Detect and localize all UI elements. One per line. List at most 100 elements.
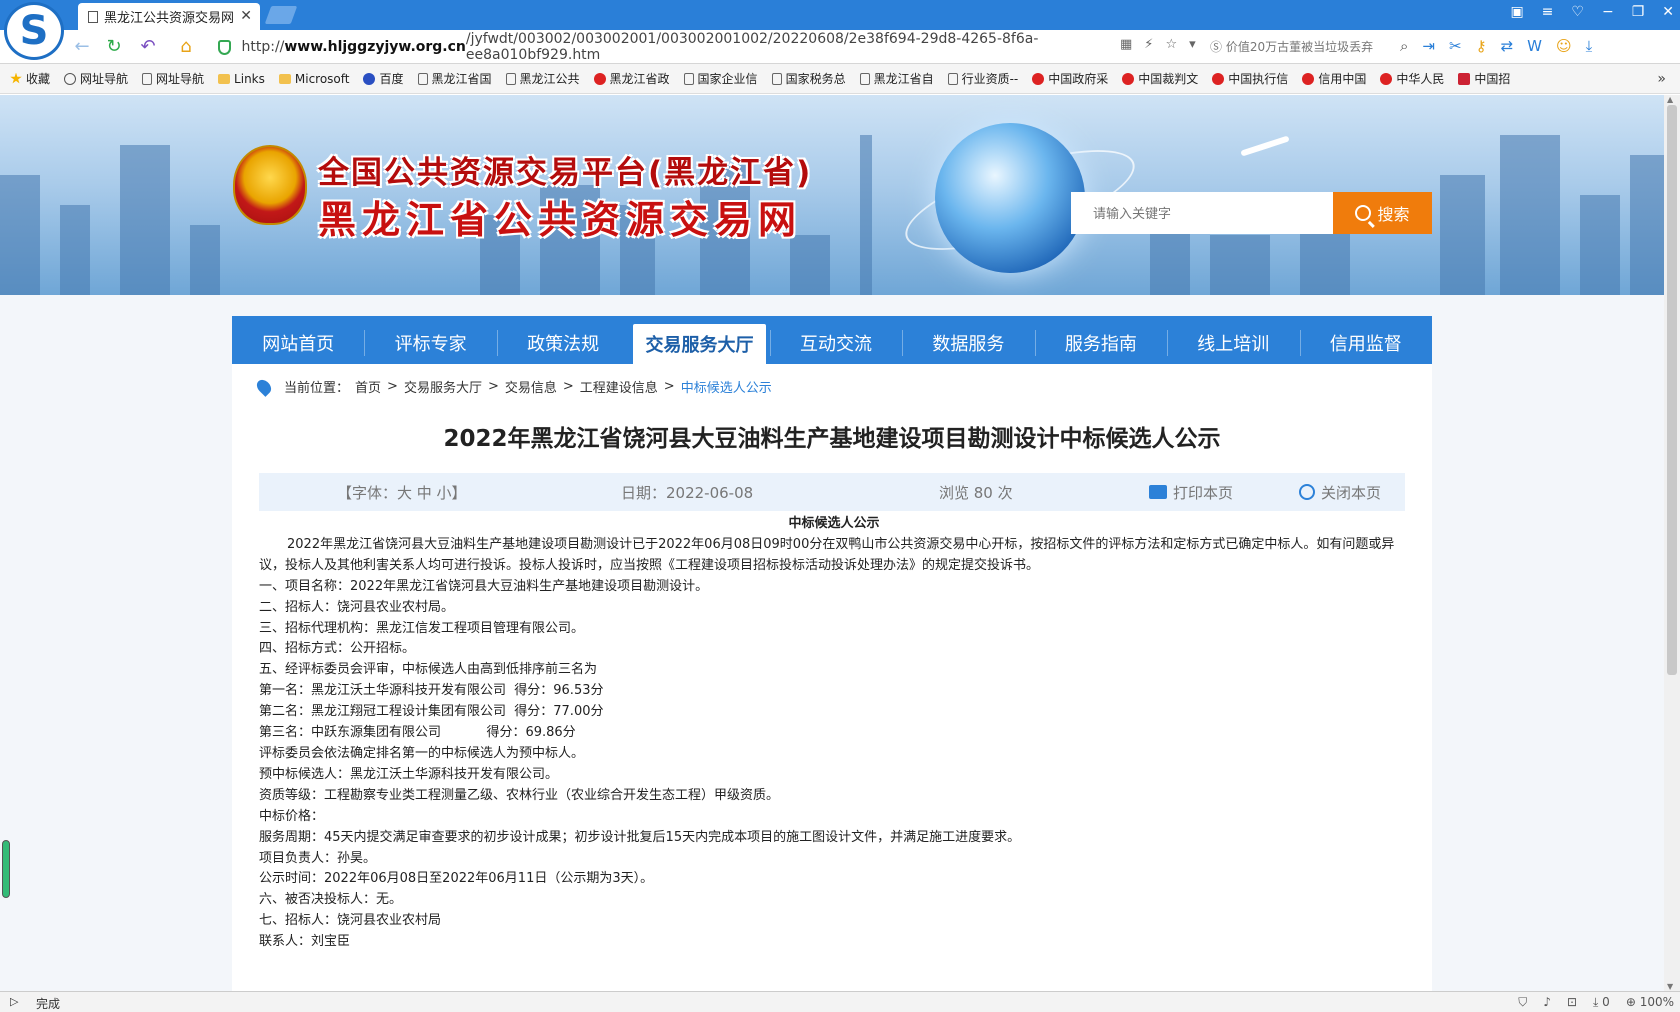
- bookmark-item[interactable]: 中国招: [1458, 70, 1510, 87]
- translate-icon[interactable]: ⇄: [1501, 37, 1514, 55]
- bookmark-item[interactable]: 中国执行信: [1212, 70, 1288, 87]
- bookmarks-bar: 收藏 网址导航 网址导航 Links Microsoft 百度 黑龙江省国 黑龙江公共 黑龙江省…: [0, 64, 1680, 94]
- page-icon: [947, 72, 958, 85]
- side-handle[interactable]: [2, 840, 10, 898]
- menu-icon[interactable]: ≡: [1542, 4, 1554, 20]
- bookmark-label: 网址导航: [156, 72, 205, 86]
- emoji-icon[interactable]: ☺: [1556, 37, 1572, 55]
- breadcrumb-link-home[interactable]: 首页: [355, 377, 381, 396]
- page-icon: [88, 10, 98, 23]
- new-tab-button[interactable]: [264, 6, 298, 24]
- vertical-scrollbar[interactable]: ▲ ▼: [1664, 95, 1680, 991]
- airplane-image: [1240, 135, 1290, 157]
- home-icon[interactable]: ⌂: [176, 37, 196, 57]
- close-page-button[interactable]: 关闭本页: [1299, 482, 1381, 503]
- nav-item[interactable]: 互动交流: [769, 316, 902, 364]
- breadcrumb-link-construction[interactable]: 工程建设信息: [580, 377, 658, 396]
- bookmark-item[interactable]: 收藏: [10, 70, 50, 87]
- word-icon[interactable]: W: [1527, 37, 1542, 55]
- url-field[interactable]: http://www.hljggzyjyw.org.cn/jyfwdt/0030…: [218, 31, 1136, 63]
- bookmark-item[interactable]: 中国裁判文: [1122, 70, 1198, 87]
- qr-code-icon[interactable]: ▦: [1120, 37, 1132, 52]
- body-line: 中标价格：: [259, 808, 325, 824]
- nav-item[interactable]: 评标专家: [364, 316, 496, 364]
- restore-icon[interactable]: ❐: [1632, 4, 1645, 20]
- bookmark-item[interactable]: 黑龙江省自: [859, 70, 934, 87]
- nav-item[interactable]: 数据服务: [902, 316, 1034, 364]
- bookmark-item[interactable]: 网址导航: [142, 70, 204, 87]
- back-icon[interactable]: ←: [72, 37, 92, 57]
- nav-item[interactable]: 网站首页: [232, 316, 364, 364]
- breadcrumb-link-trade-hall[interactable]: 交易服务大厅: [404, 377, 482, 396]
- shield-icon[interactable]: ⛉: [1518, 995, 1527, 1010]
- scroll-up-arrow-icon[interactable]: ▲: [1667, 95, 1673, 104]
- bookmark-item[interactable]: 网址导航: [64, 70, 128, 87]
- play-icon[interactable]: ▷: [10, 995, 18, 1008]
- article-meta-bar: 【字体：大 中 小】 日期：2022-06-08 浏览 80 次 打印本页 关闭…: [259, 473, 1405, 511]
- skin-icon[interactable]: ♡: [1571, 4, 1584, 20]
- address-actions: ▦ ⚡ ☆ ▾: [1120, 37, 1196, 52]
- page-icon: [683, 72, 694, 85]
- volume-icon[interactable]: ♪: [1543, 995, 1551, 1010]
- nav-item[interactable]: 信用监督: [1299, 316, 1432, 364]
- site-title-main: 黑龙江省公共资源交易网: [318, 198, 803, 242]
- url-prefix: http://: [241, 39, 285, 55]
- scroll-thumb[interactable]: [1667, 105, 1677, 675]
- font-size-selector[interactable]: 【字体：大 中 小】: [337, 482, 467, 503]
- refresh-icon[interactable]: ↻: [104, 37, 124, 57]
- bookmark-item[interactable]: 百度: [363, 70, 404, 87]
- bookmark-item[interactable]: Links: [218, 72, 265, 86]
- nav-item[interactable]: 交易服务大厅: [633, 324, 766, 364]
- scroll-down-arrow-icon[interactable]: ▼: [1667, 982, 1673, 991]
- site-search-input[interactable]: [1071, 192, 1333, 234]
- browser-logo[interactable]: S: [4, 2, 64, 60]
- browser-search-hint[interactable]: Ⓢ 价值20万古董被当垃圾丢弃: [1210, 38, 1373, 55]
- body-intro: 2022年黑龙江省饶河县大豆油料生产基地建设项目勘测设计已于2022年06月08…: [259, 536, 1395, 573]
- bookmark-item[interactable]: 国家企业信: [683, 70, 758, 87]
- nav-item[interactable]: 服务指南: [1034, 316, 1167, 364]
- speed-mode-icon[interactable]: ⚡: [1144, 37, 1153, 52]
- emblem-icon: [1380, 72, 1393, 85]
- url-domain: www.hljggzyjyw.org.cn: [284, 39, 466, 55]
- tools-icon[interactable]: ⚷: [1476, 37, 1487, 55]
- bookmark-item[interactable]: 中国政府采: [1032, 70, 1108, 87]
- account-icon[interactable]: ▣: [1510, 4, 1523, 20]
- close-window-icon[interactable]: ✕: [1662, 4, 1674, 20]
- sidebar-icon[interactable]: ⇥: [1422, 37, 1435, 55]
- search-icon[interactable]: ⌕: [1400, 37, 1408, 55]
- lock-icon[interactable]: ⊡: [1567, 995, 1577, 1010]
- site-search-button[interactable]: 搜索: [1333, 192, 1432, 234]
- browser-tab-active[interactable]: 黑龙江公共资源交易网 ✕: [78, 3, 260, 30]
- print-button[interactable]: 打印本页: [1149, 482, 1233, 503]
- breadcrumb-link-trade-info[interactable]: 交易信息: [505, 377, 557, 396]
- bookmark-label: 行业资质--: [961, 72, 1019, 86]
- body-line: 二、招标人：饶河县农业农村局。: [259, 599, 455, 615]
- dropdown-chevron-icon[interactable]: ▾: [1189, 37, 1196, 52]
- bookmark-item[interactable]: 国家税务总: [771, 70, 846, 87]
- article-title: 2022年黑龙江省饶河县大豆油料生产基地建设项目勘测设计中标候选人公示: [443, 426, 1221, 452]
- bookmark-item[interactable]: 黑龙江省国: [417, 70, 492, 87]
- security-shield-icon: [218, 39, 232, 55]
- bookmark-item[interactable]: Microsoft: [278, 72, 349, 86]
- minimize-icon[interactable]: −: [1602, 4, 1614, 20]
- close-tab-icon[interactable]: ✕: [240, 8, 252, 24]
- download-counter[interactable]: ⤓ 0: [1593, 995, 1610, 1010]
- bookmark-item[interactable]: 黑龙江省政: [593, 70, 670, 87]
- nav-item[interactable]: 政策法规: [496, 316, 629, 364]
- screenshot-scissors-icon[interactable]: ✂: [1449, 37, 1462, 55]
- breadcrumb-current[interactable]: 中标候选人公示: [681, 377, 772, 396]
- nav-item[interactable]: 线上培训: [1167, 316, 1299, 364]
- bookmarks-more-icon[interactable]: »: [1657, 71, 1666, 87]
- globe-image: [935, 123, 1085, 273]
- site-banner: 全国公共资源交易平台(黑龙江省) 黑龙江省公共资源交易网 搜索: [0, 95, 1664, 295]
- emblem-icon: [1302, 72, 1315, 85]
- bookmark-item[interactable]: 黑龙江公共: [505, 70, 580, 87]
- zoom-level[interactable]: ⊕ 100%: [1626, 995, 1674, 1010]
- undo-close-icon[interactable]: ↶: [138, 37, 158, 57]
- download-icon[interactable]: ⤓: [1586, 37, 1593, 55]
- favorite-star-icon[interactable]: ☆: [1165, 37, 1177, 52]
- bookmark-label: 中国招: [1474, 72, 1511, 86]
- bookmark-item[interactable]: 信用中国: [1302, 70, 1366, 87]
- bookmark-item[interactable]: 行业资质--: [947, 70, 1019, 87]
- bookmark-item[interactable]: 中华人民: [1380, 70, 1444, 87]
